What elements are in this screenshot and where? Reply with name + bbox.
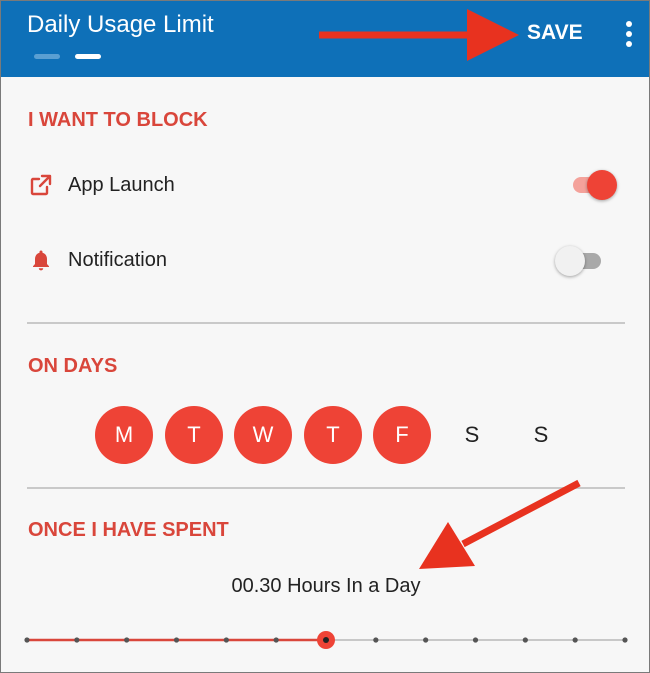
- more-vert-icon[interactable]: [621, 19, 637, 49]
- section-divider: [27, 322, 625, 324]
- slider-tick: [373, 637, 379, 643]
- slider-tick: [74, 637, 80, 643]
- slider-tick: [522, 637, 528, 643]
- day-toggle[interactable]: F: [373, 406, 431, 464]
- block-section-heading: I WANT TO BLOCK: [28, 109, 208, 131]
- slider-tick: [423, 637, 429, 643]
- toggle-thumb: [587, 170, 617, 200]
- slider-tick: [472, 637, 479, 643]
- slider-tick: [572, 637, 578, 643]
- open-in-new-icon: [29, 173, 53, 197]
- page-indicator-dot-active: [75, 54, 101, 59]
- day-toggle[interactable]: T: [165, 406, 223, 464]
- slider-tick: [622, 637, 628, 643]
- app-screen: Daily Usage Limit SAVE I WANT TO BLOCK A…: [0, 0, 650, 673]
- usage-slider[interactable]: [21, 625, 633, 655]
- app-launch-label: App Launch: [68, 174, 175, 196]
- slider-tick: [273, 637, 279, 643]
- days-section-heading: ON DAYS: [28, 355, 118, 377]
- slider-thumb-center: [323, 637, 329, 643]
- annotation-arrow-value: [419, 479, 581, 569]
- notification-label: Notification: [68, 249, 167, 271]
- annotation-arrows: [319, 9, 581, 569]
- page-title: Daily Usage Limit: [27, 11, 214, 38]
- bell-icon: [29, 248, 53, 272]
- page-indicator-dot: [34, 54, 60, 59]
- day-toggle[interactable]: T: [304, 406, 362, 464]
- spent-section-heading: ONCE I HAVE SPENT: [28, 519, 229, 541]
- slider-tick: [223, 637, 229, 643]
- save-button[interactable]: SAVE: [527, 21, 583, 45]
- day-toggle[interactable]: S: [443, 406, 501, 464]
- section-divider: [27, 487, 625, 489]
- slider-tick: [124, 637, 130, 643]
- app-launch-toggle[interactable]: [567, 169, 619, 200]
- day-toggle[interactable]: S: [512, 406, 570, 464]
- notification-toggle[interactable]: [555, 245, 607, 276]
- day-toggle[interactable]: W: [234, 406, 292, 464]
- toggle-thumb: [555, 246, 585, 276]
- slider-tick: [24, 637, 30, 643]
- day-toggle[interactable]: M: [95, 406, 153, 464]
- app-bar: Daily Usage Limit SAVE: [1, 1, 649, 77]
- usage-limit-value: 00.30 Hours In a Day: [231, 575, 421, 597]
- slider-tick: [173, 637, 180, 643]
